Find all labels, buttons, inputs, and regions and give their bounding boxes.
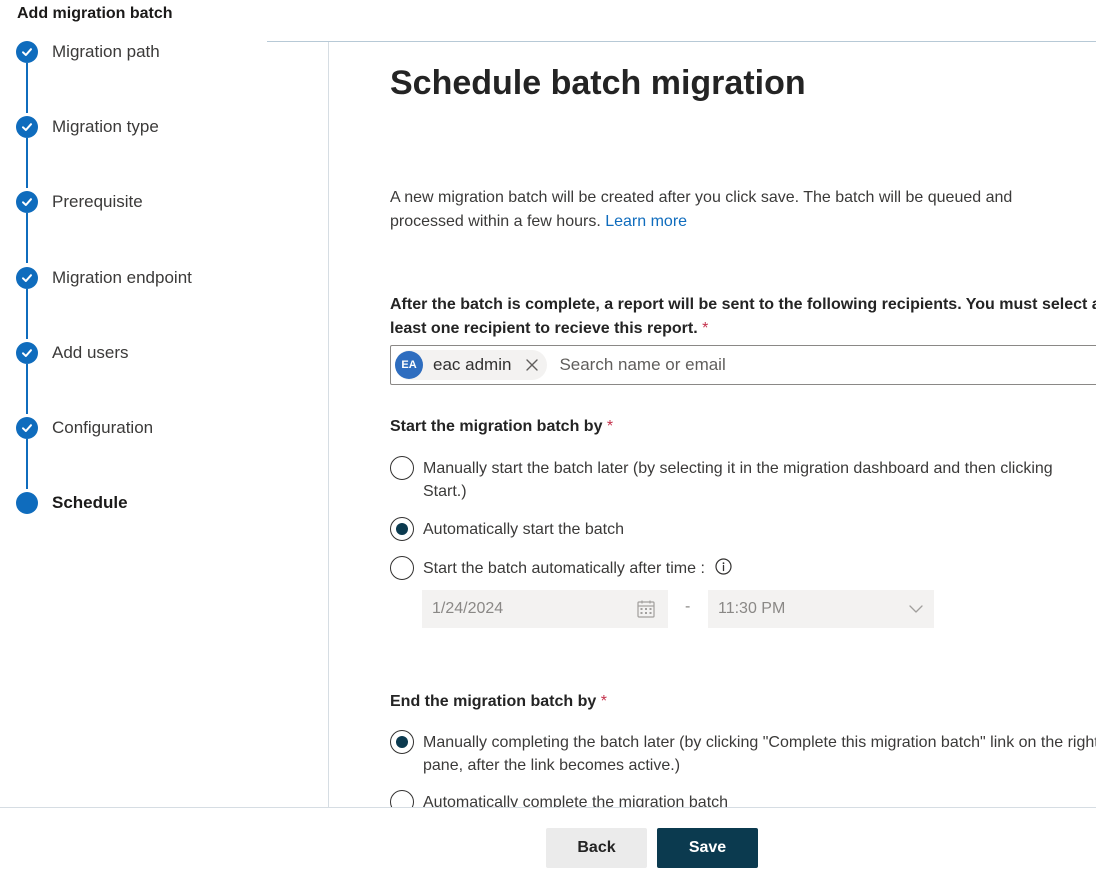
start-option-automatic[interactable]: Automatically start the batch bbox=[390, 517, 624, 541]
step-label: Migration path bbox=[52, 42, 160, 61]
step-connector bbox=[26, 213, 28, 263]
check-icon bbox=[16, 417, 38, 439]
step-configuration[interactable]: Configuration bbox=[16, 417, 153, 439]
radio-label: Manually completing the batch later (by … bbox=[423, 734, 1096, 774]
required-mark: * bbox=[600, 693, 607, 710]
start-group-label-text: Start the migration batch by bbox=[390, 418, 603, 435]
recipient-picker[interactable]: EA eac admin bbox=[390, 345, 1096, 385]
radio-label: Start the batch automatically after time… bbox=[423, 557, 732, 580]
radio-label: Automatically start the batch bbox=[423, 521, 624, 538]
date-time-separator: - bbox=[685, 598, 691, 615]
check-icon bbox=[16, 41, 38, 63]
recipient-search-input[interactable] bbox=[559, 355, 960, 375]
step-connector bbox=[26, 63, 28, 113]
start-group-label: Start the migration batch by * bbox=[390, 418, 613, 436]
page-title: Schedule batch migration bbox=[390, 64, 806, 102]
step-migration-path[interactable]: Migration path bbox=[16, 41, 160, 63]
check-icon bbox=[16, 116, 38, 138]
footer-divider bbox=[0, 807, 1096, 808]
info-icon[interactable] bbox=[715, 558, 732, 575]
wizard-steps: Migration path Migration type Prerequisi… bbox=[0, 0, 328, 807]
start-option-after-time[interactable]: Start the batch automatically after time… bbox=[390, 556, 732, 580]
intro-text: A new migration batch will be created af… bbox=[390, 186, 1090, 234]
chevron-down-icon bbox=[908, 601, 924, 617]
recipients-label: After the batch is complete, a report wi… bbox=[390, 293, 1096, 341]
save-button[interactable]: Save bbox=[657, 828, 758, 868]
radio-label-text: Start the batch automatically after time… bbox=[423, 560, 705, 577]
start-time-dropdown[interactable]: 11:30 PM bbox=[708, 590, 934, 628]
current-step-dot-icon bbox=[16, 492, 38, 514]
step-connector bbox=[26, 364, 28, 414]
check-icon bbox=[16, 342, 38, 364]
step-add-users[interactable]: Add users bbox=[16, 342, 129, 364]
step-migration-type[interactable]: Migration type bbox=[16, 116, 159, 138]
start-date-picker[interactable]: 1/24/2024 bbox=[422, 590, 668, 628]
check-icon bbox=[16, 191, 38, 213]
avatar: EA bbox=[395, 351, 423, 379]
recipients-label-text: After the batch is complete, a report wi… bbox=[390, 296, 1096, 337]
intro-body: A new migration batch will be created af… bbox=[390, 189, 1013, 230]
step-label: Migration type bbox=[52, 117, 159, 136]
back-button[interactable]: Back bbox=[546, 828, 647, 868]
required-mark: * bbox=[606, 418, 614, 435]
start-time-value: 11:30 PM bbox=[718, 600, 786, 617]
step-prerequisite[interactable]: Prerequisite bbox=[16, 191, 143, 213]
close-icon[interactable] bbox=[525, 358, 539, 372]
end-group-label: End the migration batch by * bbox=[390, 693, 607, 711]
step-connector bbox=[26, 289, 28, 339]
end-option-automatic[interactable]: Automatically complete the migration bat… bbox=[390, 790, 729, 807]
learn-more-link[interactable]: Learn more bbox=[605, 213, 687, 230]
step-label: Prerequisite bbox=[52, 192, 143, 211]
step-schedule[interactable]: Schedule bbox=[16, 492, 128, 514]
recipient-name: eac admin bbox=[433, 355, 512, 374]
radio-button[interactable] bbox=[390, 790, 414, 807]
start-date-value: 1/24/2024 bbox=[432, 600, 504, 617]
radio-button[interactable] bbox=[390, 517, 414, 541]
radio-button[interactable] bbox=[390, 456, 414, 480]
radio-button[interactable] bbox=[390, 556, 414, 580]
step-label: Schedule bbox=[52, 493, 128, 512]
calendar-icon[interactable] bbox=[636, 599, 656, 619]
radio-label: Manually start the batch later (by selec… bbox=[423, 460, 1053, 500]
step-label: Migration endpoint bbox=[52, 268, 192, 287]
step-connector bbox=[26, 138, 28, 188]
end-group-label-text: End the migration batch by bbox=[390, 693, 597, 710]
radio-label: Automatically complete the migration bat… bbox=[423, 794, 729, 807]
recipient-chip[interactable]: EA eac admin bbox=[395, 350, 548, 380]
end-option-manual[interactable]: Manually completing the batch later (by … bbox=[390, 730, 1096, 777]
sidebar-divider bbox=[328, 42, 329, 807]
check-icon bbox=[16, 267, 38, 289]
main-content: Schedule batch migration A new migration… bbox=[390, 0, 1096, 807]
start-option-manual[interactable]: Manually start the batch later (by selec… bbox=[390, 456, 1080, 503]
step-label: Add users bbox=[52, 343, 129, 362]
step-connector bbox=[26, 439, 28, 489]
radio-button[interactable] bbox=[390, 730, 414, 754]
required-mark: * bbox=[702, 320, 709, 337]
step-label: Configuration bbox=[52, 418, 154, 437]
step-migration-endpoint[interactable]: Migration endpoint bbox=[16, 267, 192, 289]
